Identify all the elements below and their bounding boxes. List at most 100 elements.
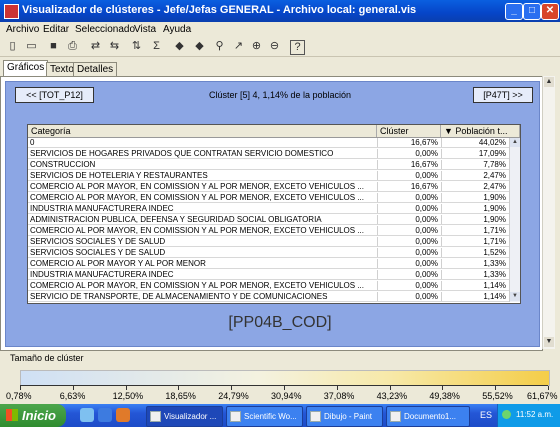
zoom-out-icon[interactable]: ⊖ [268,40,281,53]
help-icon[interactable]: ? [290,40,305,55]
back-icon[interactable]: ◆ [173,40,186,53]
cluster-cell: 16,67% [377,160,441,169]
cluster-cell: 0,00% [377,237,441,246]
table-row[interactable]: SERVICIOS DE HOGARES PRIVADOS QUE CONTRA… [28,149,509,159]
category-cell: COMERCIO AL POR MAYOR, EN COMISSION Y AL… [30,226,364,235]
print-icon[interactable]: ⎙ [66,40,79,53]
menu-vista[interactable]: Vista [134,24,156,35]
save-icon[interactable]: ■ [47,40,60,53]
task-label: Scientific Wo... [244,412,297,421]
cluster-cell: 0,00% [377,149,441,158]
scale-label: 61,67% [527,391,558,401]
scale-label: 55,52% [482,391,513,401]
menu-ayuda[interactable]: Ayuda [163,24,191,35]
table-scroll-down-icon[interactable]: ▼ [510,292,520,301]
table-row[interactable]: SERVICIOS SOCIALES Y DE SALUD 0,00% 1,71% [28,237,509,247]
table-scroll-up-icon[interactable]: ▲ [510,138,520,147]
task-visualizador[interactable]: Visualizador ... [146,406,223,427]
graph-icon[interactable]: ↗ [232,40,245,53]
tab-strip: Gráficos Texto Detalles [0,60,560,76]
window-title: Visualizador de clústeres - Jefe/Jefas G… [22,4,417,16]
cluster-cell: 0,00% [377,248,441,257]
task-label: Documento1... [404,412,457,421]
minimize-button[interactable]: _ [505,3,523,20]
scale-tick [442,386,444,390]
menu-seleccionado[interactable]: Seleccionado [75,24,135,35]
app-icon [230,411,241,423]
network-icon[interactable] [502,410,511,419]
table-row[interactable]: COMERCIO AL POR MAYOR, EN COMISSION Y AL… [28,226,509,236]
cluster-size-label: Tamaño de clúster [10,353,84,363]
table-row[interactable]: SERVICIOS SOCIALES Y DE SALUD 0,00% 1,52% [28,248,509,258]
panel-scrollbar[interactable]: ▲ ▼ [542,76,555,349]
close-button[interactable]: ✕ [541,3,559,20]
refresh-icon[interactable]: ⇄ [89,40,102,53]
population-cell: 17,09% [441,149,509,158]
filter-icon[interactable]: Σ [150,40,163,53]
category-cell: INDUSTRIA MANUFACTURERA INDEC [30,270,174,279]
tab-detalles[interactable]: Detalles [73,62,118,76]
find-icon[interactable]: ⚲ [213,40,226,53]
category-cell: SERVICIOS DE HOGARES PRIVADOS QUE CONTRA… [30,149,334,158]
task-label: Dibujo - Paint [324,412,373,421]
table-row[interactable]: COMERCIO AL POR MAYOR, EN COMISSION Y AL… [28,193,509,203]
task-scientific[interactable]: Scientific Wo... [226,406,303,427]
variable-name: [PP04B_COD] [228,314,332,331]
table-row[interactable]: COMERCIO AL POR MAYOR Y AL POR MENOR 0,00… [28,259,509,269]
population-cell: 1,14% [441,281,509,290]
cluster-cell: 0,00% [377,270,441,279]
scroll-down-icon[interactable]: ▼ [544,337,554,347]
table-scrollbar[interactable]: ▲ ▼ [509,138,520,302]
table-row[interactable]: SERVICIOS DE HOTELERIA Y RESTAURANTES 0,0… [28,171,509,181]
table-row[interactable]: 0 16,67% 44,02% [28,138,509,148]
task-documento[interactable]: Documento1... [386,406,470,427]
new-icon[interactable]: ▯ [6,40,19,53]
start-button[interactable]: Inicio [0,404,66,427]
category-cell: COMERCIO AL POR MAYOR, EN COMISSION Y AL… [30,193,364,202]
table-row[interactable]: COMERCIO AL POR MAYOR, EN COMISSION Y AL… [28,281,509,291]
media-icon[interactable] [116,408,130,422]
zoom-in-icon[interactable]: ⊕ [250,40,263,53]
app-icon [4,4,19,19]
table-row[interactable]: ADMINISTRACION PUBLICA, DEFENSA Y SEGURI… [28,215,509,225]
category-cell: SERVICIOS SOCIALES Y DE SALUD [30,248,166,257]
scale-tick [336,386,338,390]
menu-archivo[interactable]: Archivo [6,24,39,35]
table-row[interactable]: COMERCIO AL POR MAYOR, EN COMISSION Y AL… [28,182,509,192]
table-row[interactable]: INDUSTRIA MANUFACTURERA INDEC 0,00% 1,90% [28,204,509,214]
forward-icon[interactable]: ◆ [193,40,206,53]
scale-label: 37,08% [323,391,355,401]
table-row[interactable]: CONSTRUCCION 16,67% 7,78% [28,160,509,170]
swap-icon[interactable]: ⇆ [108,40,121,53]
menu-editar[interactable]: Editar [43,24,69,35]
task-paint[interactable]: Dibujo - Paint [306,406,383,427]
scale-label: 24,79% [218,391,249,401]
sort-icon[interactable]: ⇅ [130,40,143,53]
scroll-up-icon[interactable]: ▲ [544,77,554,87]
category-cell: 0 [30,138,35,147]
header-categoria[interactable]: Categoría [28,125,377,137]
cluster-cell: 0,00% [377,215,441,224]
table-row[interactable]: INDUSTRIA MANUFACTURERA INDEC 0,00% 1,33% [28,270,509,280]
toolbar: ▯ ▭ ■ ⎙ ⇄ ⇆ ⇅ Σ ◆ ◆ ⚲ ↗ ⊕ ⊖ ? [0,38,560,57]
tab-graficos[interactable]: Gráficos [3,60,49,76]
scale-tick [548,386,549,390]
desktop-icon[interactable] [80,408,94,422]
population-cell: 1,71% [441,226,509,235]
cluster-cell: 0,00% [377,193,441,202]
header-poblacion[interactable]: ▼ Población t... [441,125,520,137]
scale-label: 43,23% [376,391,408,401]
cluster-title: Clúster [5] 4, 1,14% de la población [208,90,352,100]
population-cell: 1,90% [441,204,509,213]
category-cell: SERVICIOS SOCIALES Y DE SALUD [30,237,166,246]
table-header: Categoría Clúster ▼ Población t... [28,125,520,138]
cluster-cell: 0,00% [377,171,441,180]
start-label: Inicio [22,408,56,423]
maximize-button[interactable]: □ [523,3,541,20]
open-icon[interactable]: ▭ [25,40,38,53]
table-row[interactable]: SERVICIO DE TRANSPORTE, DE ALMACENAMIENT… [28,292,509,302]
language-indicator[interactable]: ES [480,410,492,420]
browser-icon[interactable] [98,408,112,422]
population-cell: 1,33% [441,259,509,268]
header-cluster[interactable]: Clúster [377,125,441,137]
